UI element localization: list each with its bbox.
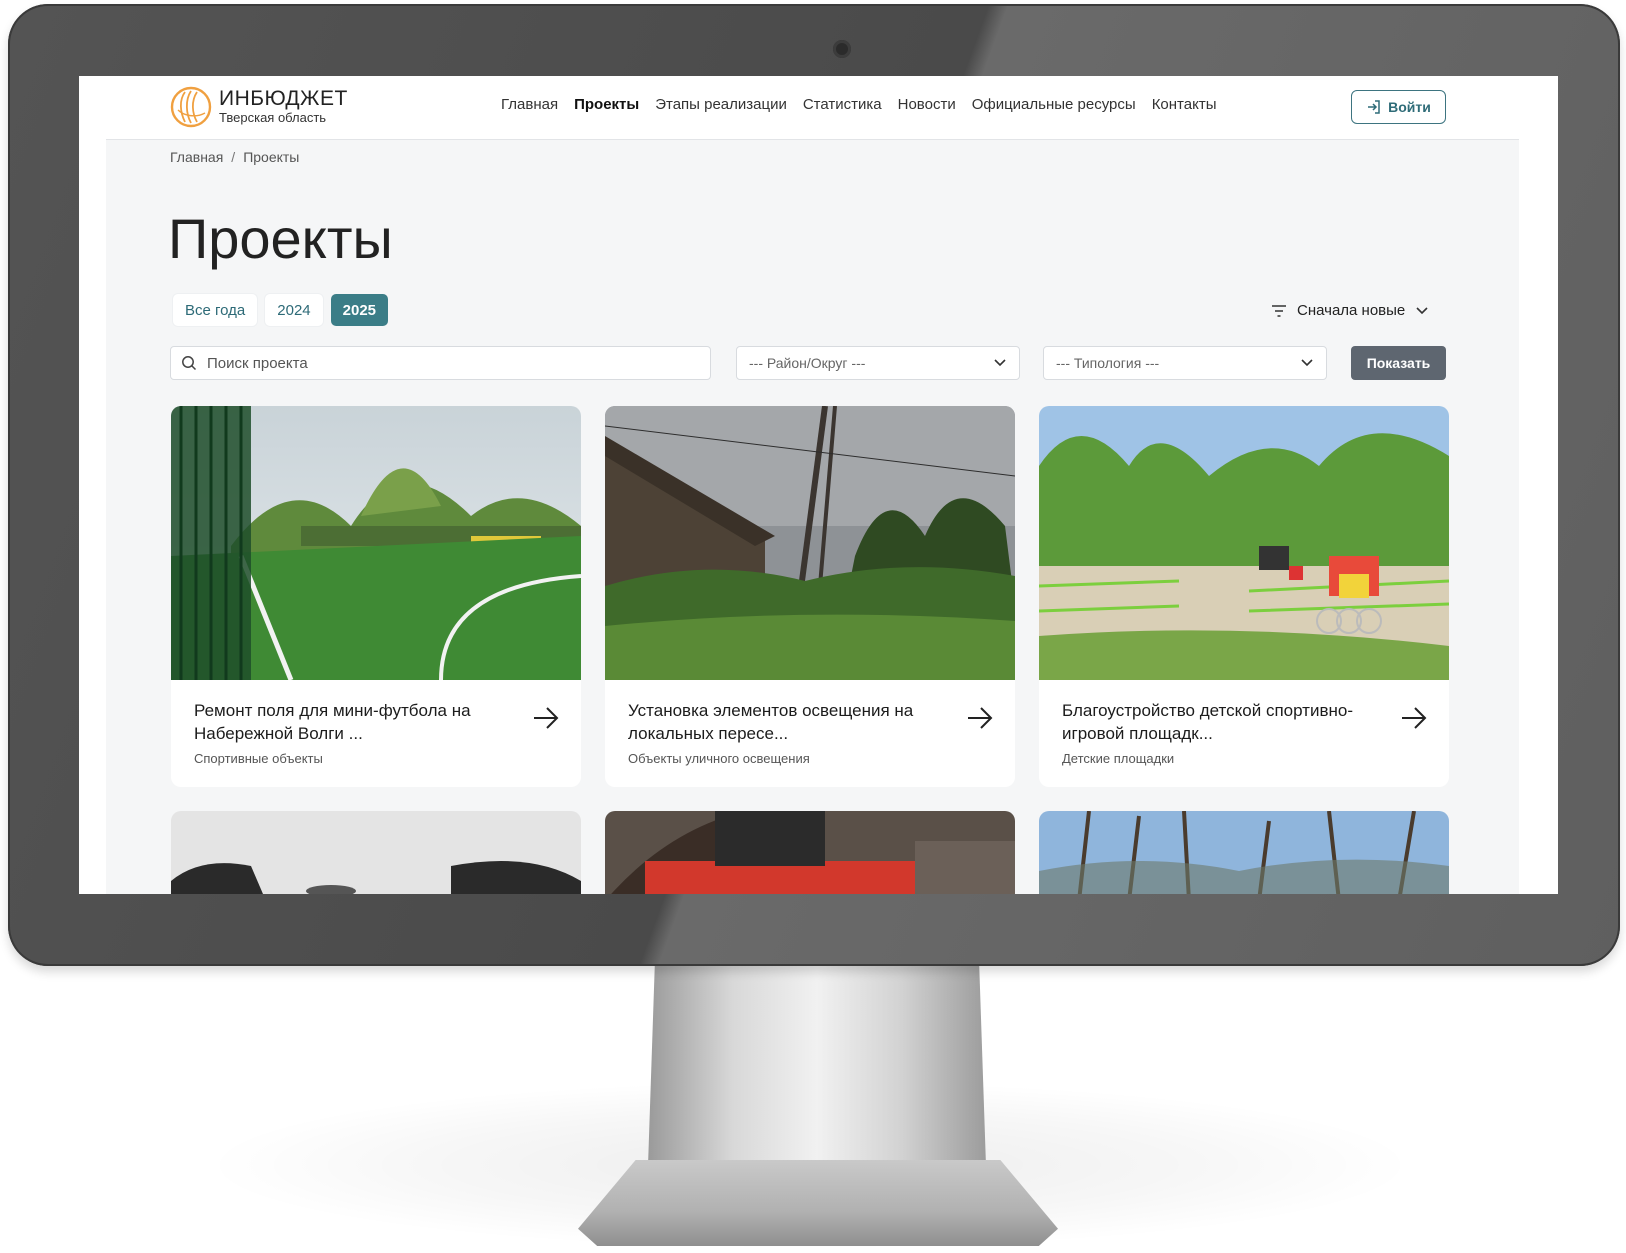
project-title[interactable]: Ремонт поля для мини-футбола на Набережн… [194, 699, 514, 745]
typology-select[interactable]: --- Типология --- [1043, 346, 1327, 380]
typology-select-value: --- Типология --- [1056, 355, 1160, 371]
tab-2024[interactable]: 2024 [265, 294, 323, 326]
project-title[interactable]: Установка элементов освещения на локальн… [628, 699, 948, 745]
project-category: Спортивные объекты [194, 751, 323, 766]
district-select-value: --- Район/Округ --- [749, 355, 866, 371]
project-photo-partial [1039, 811, 1449, 894]
project-photo-partial [171, 811, 581, 894]
project-category: Объекты уличного освещения [628, 751, 810, 766]
logo-mark-icon [170, 86, 212, 128]
breadcrumb-current: Проекты [243, 149, 300, 165]
show-button[interactable]: Показать [1351, 346, 1446, 380]
nav-item-official-resources[interactable]: Официальные ресурсы [972, 96, 1136, 113]
screen: ИНБЮДЖЕТ Тверская область Главная Проект… [79, 76, 1558, 894]
logo-title: ИНБЮДЖЕТ [219, 87, 348, 110]
nav-item-news[interactable]: Новости [898, 96, 956, 113]
main-nav: Главная Проекты Этапы реализации Статист… [501, 96, 1232, 113]
page-title: Проекты [168, 207, 393, 270]
login-button[interactable]: Войти [1351, 90, 1446, 124]
district-select[interactable]: --- Район/Округ --- [736, 346, 1020, 380]
tab-all-years[interactable]: Все года [173, 294, 258, 326]
breadcrumb-separator: / [231, 149, 236, 165]
football-field-photo [171, 406, 581, 680]
header-divider [106, 139, 1519, 140]
page-margin-right [1519, 140, 1558, 894]
tab-2025[interactable]: 2025 [330, 294, 389, 326]
year-tabs: Все года 2024 2025 [173, 294, 389, 326]
monitor-stand-base [578, 1160, 1058, 1246]
project-card-partial[interactable] [171, 811, 581, 894]
project-card-partial[interactable] [605, 811, 1015, 894]
arrow-right-icon[interactable] [533, 705, 559, 731]
nav-item-statistics[interactable]: Статистика [803, 96, 882, 113]
project-category: Детские площадки [1062, 751, 1175, 766]
search-box [170, 346, 711, 380]
arrow-right-icon[interactable] [967, 705, 993, 731]
project-card[interactable]: Благоустройство детской спортивно-игрово… [1039, 406, 1449, 787]
logo-subtitle: Тверская область [219, 110, 327, 125]
chevron-down-icon [994, 359, 1006, 367]
village-street-photo [605, 406, 1015, 680]
chevron-down-icon [1416, 306, 1428, 314]
search-icon [182, 356, 197, 371]
camera-icon [833, 40, 851, 58]
project-photo-partial [605, 811, 1015, 894]
login-icon [1368, 100, 1380, 114]
project-card[interactable]: Ремонт поля для мини-футбола на Набережн… [171, 406, 581, 787]
site-header: ИНБЮДЖЕТ Тверская область Главная Проект… [79, 76, 1558, 140]
arrow-right-icon[interactable] [1401, 705, 1427, 731]
site-logo[interactable]: ИНБЮДЖЕТ Тверская область [170, 86, 348, 128]
project-title[interactable]: Благоустройство детской спортивно-игрово… [1062, 699, 1382, 745]
chevron-down-icon [1301, 359, 1313, 367]
filter-icon [1272, 304, 1286, 317]
sort-dropdown[interactable]: Сначала новые [1271, 302, 1429, 319]
nav-item-stages[interactable]: Этапы реализации [655, 96, 787, 113]
breadcrumb-home[interactable]: Главная [170, 149, 223, 165]
nav-item-home[interactable]: Главная [501, 96, 558, 113]
project-card[interactable]: Установка элементов освещения на локальн… [605, 406, 1015, 787]
project-card-partial[interactable] [1039, 811, 1449, 894]
nav-item-projects[interactable]: Проекты [574, 96, 639, 113]
login-label: Войти [1388, 99, 1431, 115]
nav-item-contacts[interactable]: Контакты [1152, 96, 1217, 113]
playground-photo [1039, 406, 1449, 680]
breadcrumb: Главная / Проекты [170, 149, 299, 165]
sort-label: Сначала новые [1297, 302, 1406, 319]
search-input[interactable] [205, 353, 689, 373]
monitor-stand-neck [648, 966, 986, 1166]
page-margin-left [79, 140, 106, 894]
